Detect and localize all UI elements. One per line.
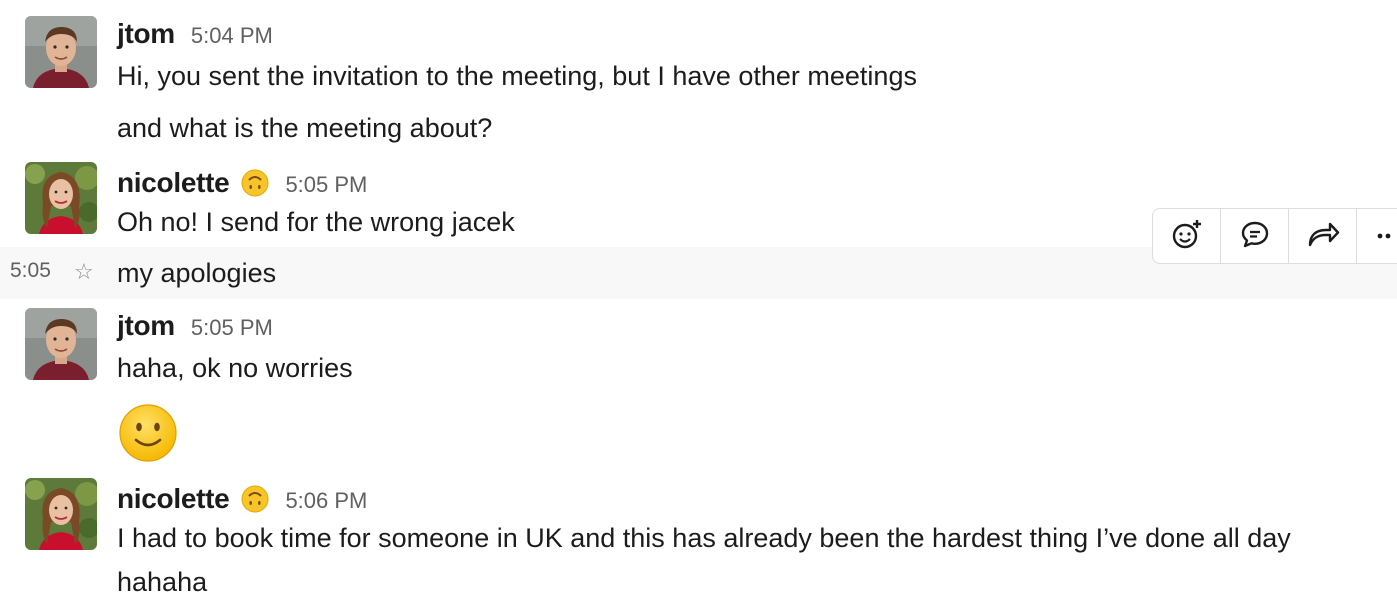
author-name[interactable]: jtom [117, 310, 175, 342]
more-actions-icon [1377, 227, 1397, 245]
author-name[interactable]: nicolette [117, 167, 230, 199]
avatar-nicolette[interactable] [25, 162, 97, 234]
reply-thread-icon [1239, 218, 1271, 255]
author-name[interactable]: nicolette [117, 483, 230, 515]
message-timestamp[interactable]: 5:05 PM [285, 172, 367, 198]
add-reaction-button[interactable] [1153, 209, 1221, 263]
more-actions-button[interactable] [1357, 209, 1397, 263]
reply-thread-button[interactable] [1221, 209, 1289, 263]
avatar-jtom[interactable] [25, 308, 97, 380]
message-text: haha, ok no worries [117, 353, 353, 383]
add-reaction-icon [1170, 217, 1204, 256]
message-actions-toolbar [1152, 208, 1397, 264]
share-message-button[interactable] [1289, 209, 1357, 263]
star-icon[interactable]: ☆ [74, 259, 94, 285]
upside-down-face-icon[interactable] [241, 169, 269, 197]
message-timestamp[interactable]: 5:05 [10, 259, 51, 283]
message-text: I had to book time for someone in UK and… [117, 523, 1291, 597]
avatar-jtom[interactable] [25, 16, 97, 88]
message-header: jtom 5:04 PM [117, 18, 273, 54]
message-header: nicolette 5:05 PM [117, 164, 367, 200]
message-text: Hi, you sent the invitation to the meeti… [117, 61, 917, 91]
message-timestamp[interactable]: 5:05 PM [191, 315, 273, 341]
slightly-smiling-face-icon[interactable] [118, 403, 178, 463]
upside-down-face-icon[interactable] [241, 485, 269, 513]
message-text: Oh no! I send for the wrong jacek [117, 207, 515, 237]
avatar-nicolette[interactable] [25, 478, 97, 550]
message-text: my apologies [117, 258, 277, 288]
message-list: jtom 5:04 PM Hi, you sent the invitation… [0, 0, 1397, 610]
share-message-icon [1306, 219, 1340, 254]
message-text: and what is the meeting about? [117, 113, 493, 143]
message-timestamp[interactable]: 5:06 PM [285, 488, 367, 514]
message-header: jtom 5:05 PM [117, 310, 273, 346]
author-name[interactable]: jtom [117, 18, 175, 50]
message-timestamp[interactable]: 5:04 PM [191, 23, 273, 49]
message-header: nicolette 5:06 PM [117, 480, 367, 516]
